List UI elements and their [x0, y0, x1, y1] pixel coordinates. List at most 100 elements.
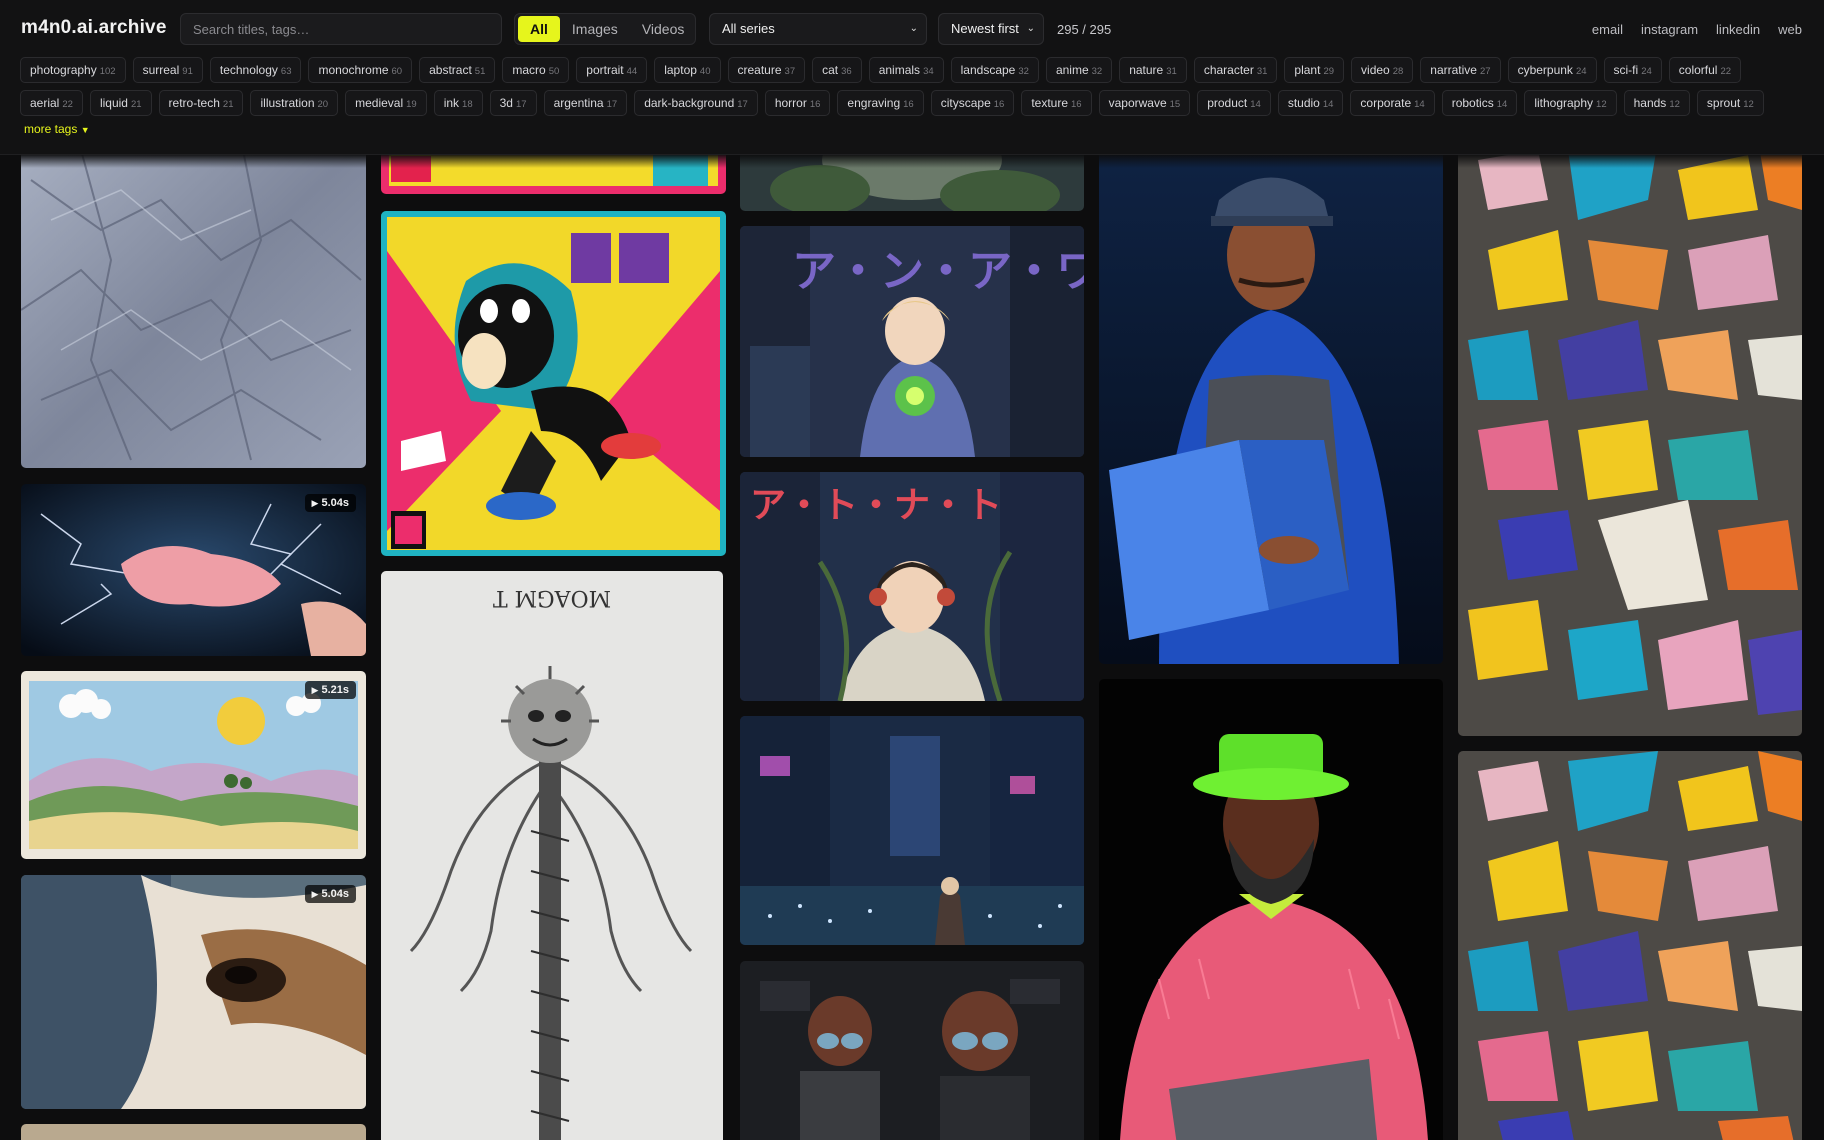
tag-name: video: [1361, 63, 1390, 77]
tag-chip[interactable]: lithography 12: [1524, 90, 1617, 116]
tag-chip[interactable]: surreal 91: [132, 57, 203, 83]
tag-count: 14: [1496, 99, 1508, 110]
gallery-card[interactable]: [1458, 751, 1802, 1140]
tag-chip[interactable]: animals 34: [868, 57, 944, 83]
series-select[interactable]: All series ⌄: [709, 13, 927, 45]
tag-chip[interactable]: sprout 12: [1696, 90, 1764, 116]
tag-chip[interactable]: 3d 17: [489, 90, 537, 116]
tag-chip[interactable]: cat 36: [812, 57, 862, 83]
gallery-card[interactable]: ▶ 5.21s: [21, 671, 366, 859]
instagram-link[interactable]: instagram: [1641, 22, 1698, 37]
tag-chip[interactable]: plant 29: [1284, 57, 1345, 83]
gallery-card[interactable]: [740, 961, 1084, 1140]
tag-chip[interactable]: vaporwave 15: [1098, 90, 1191, 116]
gallery-card[interactable]: [1099, 679, 1443, 1140]
tag-chip[interactable]: ink 18: [433, 90, 483, 116]
tag-chip[interactable]: texture 16: [1021, 90, 1092, 116]
gallery-card[interactable]: ア・ン・ア・ワ・ン: [740, 226, 1084, 457]
tag-row-2: aerial 22 liquid 21 retro-tech 21 illustration…: [20, 90, 1764, 116]
tag-row-1: photography 102 surreal 91 technology 63 monoc…: [20, 57, 1742, 83]
tag-chip[interactable]: cityscape 16: [930, 90, 1015, 116]
tag-name: technology: [219, 63, 278, 77]
gallery-card[interactable]: ▶ 5.04s: [21, 484, 366, 656]
tag-chip[interactable]: macro 50: [502, 57, 570, 83]
tag-chip[interactable]: anime 32: [1045, 57, 1113, 83]
gallery-card[interactable]: [381, 211, 726, 556]
tag-chip[interactable]: retro-tech 21: [158, 90, 244, 116]
tag-chip[interactable]: nature 31: [1119, 57, 1187, 83]
tag-chip[interactable]: sci-fi 24: [1603, 57, 1662, 83]
man-laptop-blue-image: [1099, 140, 1443, 664]
tag-chip[interactable]: landscape 32: [950, 57, 1039, 83]
sort-select-value: Newest first: [951, 21, 1019, 36]
filter-images-button[interactable]: Images: [560, 16, 630, 42]
tag-count: 21: [222, 99, 234, 110]
gallery-card[interactable]: [1458, 140, 1802, 736]
media-filter: All Images Videos: [514, 13, 696, 45]
tag-chip[interactable]: colorful 22: [1668, 57, 1742, 83]
tag-name: 3d: [499, 96, 513, 110]
tag-chip[interactable]: medieval 19: [345, 90, 427, 116]
tag-count: 36: [841, 66, 852, 77]
tag-count: 50: [548, 66, 560, 77]
web-link[interactable]: web: [1778, 22, 1802, 37]
tag-name: abstract: [429, 63, 472, 77]
more-tags-toggle[interactable]: more tags ▼: [24, 122, 90, 136]
tag-count: 17: [737, 99, 748, 110]
svg-text:ア・ン・ア・ワ・ン: ア・ン・ア・ワ・ン: [792, 246, 1084, 297]
tag-chip[interactable]: character 31: [1193, 57, 1278, 83]
tag-name: cyberpunk: [1517, 63, 1573, 77]
gallery-card[interactable]: MOAGM T: [381, 571, 723, 1140]
tag-chip[interactable]: hands 12: [1623, 90, 1690, 116]
tag-chip[interactable]: photography 102: [20, 57, 126, 83]
tag-chip[interactable]: laptop 40: [654, 57, 721, 83]
tag-chip[interactable]: product 14: [1197, 90, 1271, 116]
broken-shards-image-1: [1458, 140, 1802, 736]
duration-badge: ▶ 5.21s: [304, 681, 356, 699]
tag-name: robotics: [1451, 96, 1494, 110]
site-logo[interactable]: m4n0.ai.archive: [21, 17, 167, 39]
tag-chip[interactable]: technology 63: [209, 57, 302, 83]
tag-name: character: [1203, 63, 1254, 77]
tag-chip[interactable]: corporate 14: [1350, 90, 1435, 116]
gallery-card[interactable]: [740, 716, 1084, 945]
gallery-card[interactable]: ▶ 5.04s: [21, 875, 366, 1109]
gallery-card[interactable]: [21, 140, 366, 468]
tag-chip[interactable]: portrait 44: [576, 57, 648, 83]
gallery-card[interactable]: ア・ト・ナ・ト: [740, 472, 1084, 701]
tag-chip[interactable]: monochrome 60: [308, 57, 413, 83]
tag-chip[interactable]: studio 14: [1277, 90, 1344, 116]
svg-text:MOAGM T: MOAGM T: [493, 585, 612, 610]
gallery-card[interactable]: [1099, 140, 1443, 664]
tag-count: 16: [1071, 99, 1082, 110]
tag-chip[interactable]: narrative 27: [1420, 57, 1501, 83]
duration-text: 5.04s: [321, 497, 349, 509]
tag-name: nature: [1129, 63, 1164, 77]
tag-name: narrative: [1430, 63, 1477, 77]
tag-count: 24: [1641, 66, 1652, 77]
tag-chip[interactable]: video 28: [1351, 57, 1414, 83]
tag-chip[interactable]: argentina 17: [543, 90, 628, 116]
tag-chip[interactable]: engraving 16: [837, 90, 924, 116]
tag-name: plant: [1294, 63, 1321, 77]
gallery-card[interactable]: [21, 1124, 366, 1140]
tag-count: 91: [182, 66, 193, 77]
email-link[interactable]: email: [1592, 22, 1623, 37]
chevron-down-icon: ⌄: [1026, 23, 1035, 34]
tag-chip[interactable]: horror 16: [764, 90, 831, 116]
search-input[interactable]: [180, 13, 502, 45]
linkedin-link[interactable]: linkedin: [1716, 22, 1760, 37]
tag-chip[interactable]: robotics 14: [1441, 90, 1518, 116]
tag-chip[interactable]: aerial 22: [20, 90, 83, 116]
tag-chip[interactable]: abstract 51: [419, 57, 496, 83]
tag-chip[interactable]: cyberpunk 24: [1507, 57, 1597, 83]
filter-all-button[interactable]: All: [518, 16, 560, 42]
anime-goggles-image: [740, 961, 1084, 1140]
tag-chip[interactable]: liquid 21: [89, 90, 152, 116]
tag-chip[interactable]: illustration 20: [250, 90, 339, 116]
sort-select[interactable]: Newest first ⌄: [938, 13, 1044, 45]
tag-chip[interactable]: creature 37: [727, 57, 806, 83]
filter-videos-button[interactable]: Videos: [630, 16, 697, 42]
tag-chip[interactable]: dark-background 17: [634, 90, 758, 116]
tag-count: 31: [1256, 66, 1268, 77]
